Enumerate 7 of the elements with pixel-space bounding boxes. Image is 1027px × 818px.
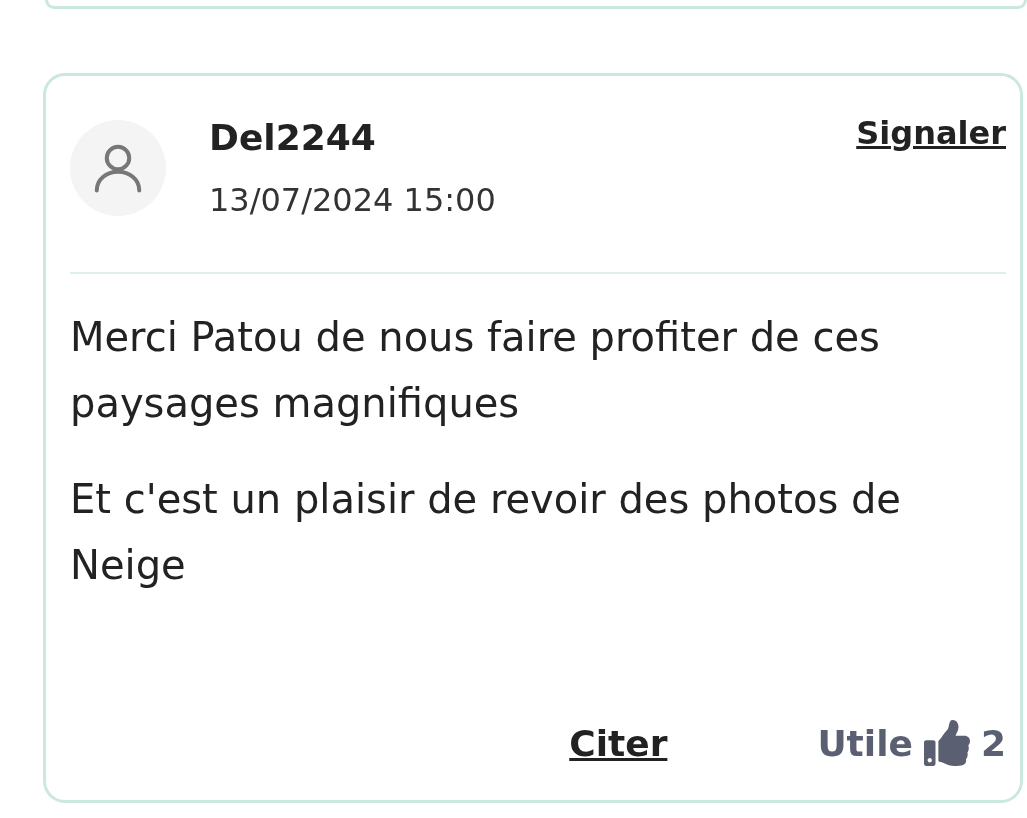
quote-link[interactable]: Citer [569, 722, 668, 764]
comment-text: Merci Patou de nous faire profiter de ces paysages magnifiques [70, 313, 881, 428]
report-link[interactable]: Signaler [856, 114, 1006, 152]
useful-button[interactable]: Utile 2 [817, 720, 1006, 766]
comment-text: Et c'est un plaisir de revoir des photos de Neige [70, 475, 902, 590]
comment-date: 13/07/2024 15:00 [209, 180, 497, 220]
author-name: Del2244 [209, 116, 377, 160]
